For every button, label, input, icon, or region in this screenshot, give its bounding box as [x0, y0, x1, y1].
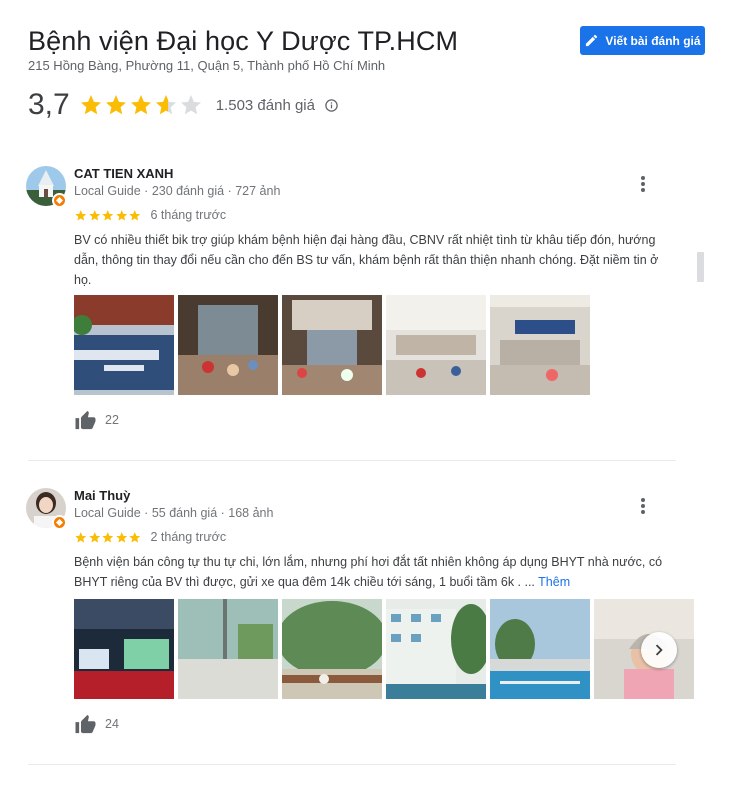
review-photo[interactable] — [282, 599, 382, 699]
review-photo[interactable] — [282, 295, 382, 395]
photos-next-button[interactable] — [641, 632, 677, 668]
review-count: 1.503 đánh giá — [215, 96, 315, 114]
review-card: Mai Thuỳ Local Guide · 55 đánh giá · 168… — [26, 488, 694, 758]
review-photo[interactable] — [490, 599, 590, 699]
review-card: CAT TIEN XANH Local Guide · 230 đánh giá… — [26, 166, 678, 436]
review-photo[interactable] — [386, 599, 486, 699]
star-empty-icon — [180, 95, 201, 115]
review-photo[interactable] — [178, 599, 278, 699]
rating-stars — [79, 93, 203, 117]
place-header: Bệnh viện Đại học Y Dược TP.HCM 215 Hồng… — [28, 26, 708, 73]
star-icon — [129, 209, 141, 221]
review-date: 2 tháng trước — [150, 530, 227, 544]
like-count: 22 — [105, 413, 119, 427]
thumbs-up-icon — [75, 410, 96, 430]
review-stars: 6 tháng trước — [74, 208, 226, 222]
local-guide-badge — [52, 193, 67, 208]
more-link[interactable]: Thêm — [538, 575, 570, 589]
star-icon — [102, 209, 114, 221]
reviewer-name[interactable]: CAT TIEN XANH — [74, 166, 173, 181]
review-photo[interactable] — [490, 295, 590, 395]
review-photo[interactable] — [386, 295, 486, 395]
star-icon — [129, 531, 141, 543]
like-button[interactable]: 22 — [74, 410, 119, 430]
reviewer-name[interactable]: Mai Thuỳ — [74, 488, 130, 503]
pencil-icon — [586, 34, 598, 47]
star-icon — [102, 531, 114, 543]
star-icon — [105, 95, 126, 115]
review-photo[interactable] — [74, 295, 174, 395]
star-icon — [130, 95, 151, 115]
star-half-icon — [155, 95, 176, 115]
star-icon — [115, 531, 127, 543]
divider — [28, 764, 676, 765]
more-vert-icon[interactable] — [638, 496, 648, 516]
review-stars: 2 tháng trước — [74, 530, 226, 544]
review-text-body: Bệnh viện bán công tự thu tự chi, lớn lắ… — [74, 555, 663, 589]
scrollbar-thumb[interactable] — [697, 252, 704, 282]
reviewer-meta: Local Guide · 55 đánh giá · 168 ảnh — [74, 506, 274, 520]
review-photo[interactable] — [178, 295, 278, 395]
local-guide-badge — [52, 515, 67, 530]
like-count: 24 — [105, 717, 119, 731]
like-button[interactable]: 24 — [74, 714, 119, 734]
review-photos — [74, 599, 694, 699]
rating-summary: 3,7 1.503 đánh giá — [28, 88, 339, 122]
review-photo[interactable] — [74, 599, 174, 699]
info-icon[interactable] — [324, 98, 339, 113]
review-text: Bệnh viện bán công tự thu tự chi, lớn lắ… — [74, 552, 674, 592]
write-review-label: Viết bài đánh giá — [605, 33, 701, 48]
star-icon — [115, 209, 127, 221]
write-review-button[interactable]: Viết bài đánh giá — [580, 26, 705, 55]
more-vert-icon[interactable] — [638, 174, 648, 194]
place-address: 215 Hồng Bàng, Phường 11, Quận 5, Thành … — [28, 58, 386, 73]
review-text: BV có nhiều thiết bik trợ giúp khám bệnh… — [74, 233, 659, 287]
review-date: 6 tháng trước — [150, 208, 227, 222]
star-icon — [75, 531, 87, 543]
star-icon — [75, 209, 87, 221]
star-icon — [88, 531, 100, 543]
star-icon — [88, 209, 100, 221]
reviewer-meta: Local Guide · 230 đánh giá · 727 ảnh — [74, 184, 281, 198]
thumbs-up-icon — [75, 714, 96, 734]
chevron-right-icon — [655, 644, 663, 656]
rating-value: 3,7 — [28, 88, 70, 121]
divider — [28, 460, 676, 461]
review-photos — [74, 295, 590, 395]
star-icon — [80, 95, 101, 115]
